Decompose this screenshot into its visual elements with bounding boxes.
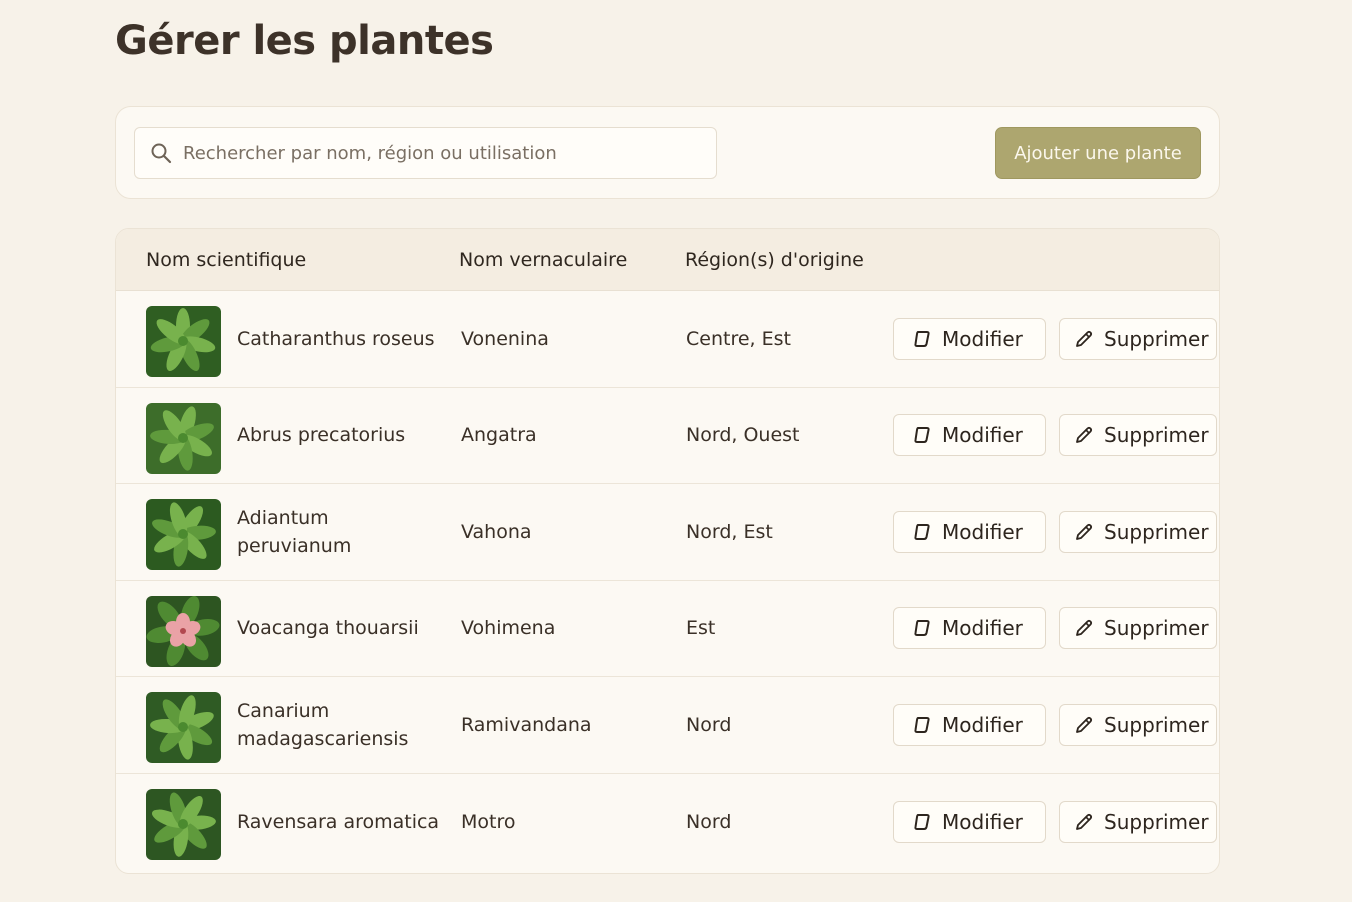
- edit-button[interactable]: Modifier: [893, 607, 1046, 650]
- search-icon: [151, 143, 172, 164]
- flower-photo: [146, 595, 221, 667]
- search-box[interactable]: [134, 127, 717, 179]
- table-row: Voacanga thouarsii Vohimena Est Modifier…: [116, 581, 1219, 677]
- common-name-cell: Vonenina: [461, 327, 549, 350]
- plants-management-page: Gérer les plantes Ajouter une plante Nom…: [0, 0, 1352, 902]
- delete-button[interactable]: Supprimer: [1059, 510, 1217, 553]
- common-name-cell: Angatra: [461, 424, 537, 447]
- delete-button-label: Supprimer: [1104, 616, 1209, 641]
- scientific-name-cell: Canarium madagascariensis: [237, 699, 409, 750]
- delete-button[interactable]: Supprimer: [1059, 800, 1217, 843]
- scientific-name-cell: Voacanga thouarsii: [237, 617, 419, 640]
- table-row: Ravensara aromatica Motro Nord Modifier …: [116, 774, 1219, 871]
- edit-button[interactable]: Modifier: [893, 800, 1046, 843]
- table-row: Canarium madagascariensis Ramivandana No…: [116, 677, 1219, 774]
- pencil-icon: [1076, 813, 1093, 830]
- leaf-photo: [146, 402, 221, 474]
- common-name-cell: Ramivandana: [461, 713, 592, 736]
- table-row: Adiantum peruvianum Vahona Nord, Est Mod…: [116, 484, 1219, 581]
- table-body: Catharanthus roseus Vonenina Centre, Est…: [116, 291, 1219, 870]
- pencil-icon: [1076, 330, 1093, 347]
- leaf-photo: [146, 692, 221, 763]
- add-plant-button[interactable]: Ajouter une plante: [995, 127, 1201, 179]
- toolbar: Ajouter une plante: [115, 106, 1220, 199]
- edit-button-label: Modifier: [942, 712, 1023, 737]
- edit-icon: [914, 330, 930, 347]
- delete-button[interactable]: Supprimer: [1059, 414, 1217, 457]
- edit-button-label: Modifier: [942, 809, 1023, 834]
- column-header-common-name: Nom vernaculaire: [459, 249, 628, 271]
- delete-button-label: Supprimer: [1104, 326, 1209, 351]
- regions-cell: Nord: [686, 810, 732, 833]
- edit-button-label: Modifier: [942, 616, 1023, 641]
- scientific-name-cell: Abrus precatorius: [237, 424, 406, 447]
- edit-icon: [914, 620, 930, 637]
- pencil-icon: [1076, 620, 1093, 637]
- edit-icon: [914, 427, 930, 444]
- delete-button[interactable]: Supprimer: [1059, 607, 1217, 650]
- page-title: Gérer les plantes: [115, 18, 494, 64]
- edit-button-label: Modifier: [942, 519, 1023, 544]
- plants-table: Nom scientifique Nom vernaculaire Région…: [115, 228, 1220, 874]
- edit-button[interactable]: Modifier: [893, 510, 1046, 553]
- column-header-scientific-name: Nom scientifique: [146, 249, 307, 271]
- delete-button-label: Supprimer: [1104, 712, 1209, 737]
- delete-button[interactable]: Supprimer: [1059, 703, 1217, 746]
- regions-cell: Nord: [686, 713, 732, 736]
- edit-button-label: Modifier: [942, 423, 1023, 448]
- regions-cell: Nord, Ouest: [686, 424, 800, 447]
- leaf-photo: [146, 499, 221, 570]
- delete-button-label: Supprimer: [1104, 809, 1209, 834]
- table-row: Abrus precatorius Angatra Nord, Ouest Mo…: [116, 388, 1219, 484]
- table-header: Nom scientifique Nom vernaculaire Région…: [116, 229, 1219, 291]
- delete-button-label: Supprimer: [1104, 519, 1209, 544]
- common-name-cell: Vohimena: [461, 617, 556, 640]
- search-input[interactable]: [183, 142, 703, 164]
- edit-icon: [914, 813, 930, 830]
- common-name-cell: Motro: [461, 810, 516, 833]
- common-name-cell: Vahona: [461, 520, 532, 543]
- edit-button[interactable]: Modifier: [893, 414, 1046, 457]
- scientific-name-cell: Catharanthus roseus: [237, 327, 435, 350]
- delete-button-label: Supprimer: [1104, 423, 1209, 448]
- scientific-name-cell: Ravensara aromatica: [237, 810, 440, 833]
- edit-button-label: Modifier: [942, 326, 1023, 351]
- scientific-name-cell: Adiantum peruvianum: [237, 506, 352, 557]
- column-header-regions: Région(s) d'origine: [685, 249, 864, 271]
- regions-cell: Centre, Est: [686, 327, 791, 350]
- edit-icon: [914, 523, 930, 540]
- table-row: Catharanthus roseus Vonenina Centre, Est…: [116, 291, 1219, 388]
- edit-icon: [914, 716, 930, 733]
- leaf-photo: [146, 788, 221, 860]
- pencil-icon: [1076, 523, 1093, 540]
- pencil-icon: [1076, 427, 1093, 444]
- leaf-photo: [146, 306, 221, 377]
- regions-cell: Nord, Est: [686, 520, 773, 543]
- pencil-icon: [1076, 716, 1093, 733]
- edit-button[interactable]: Modifier: [893, 317, 1046, 360]
- regions-cell: Est: [686, 617, 716, 640]
- delete-button[interactable]: Supprimer: [1059, 317, 1217, 360]
- edit-button[interactable]: Modifier: [893, 703, 1046, 746]
